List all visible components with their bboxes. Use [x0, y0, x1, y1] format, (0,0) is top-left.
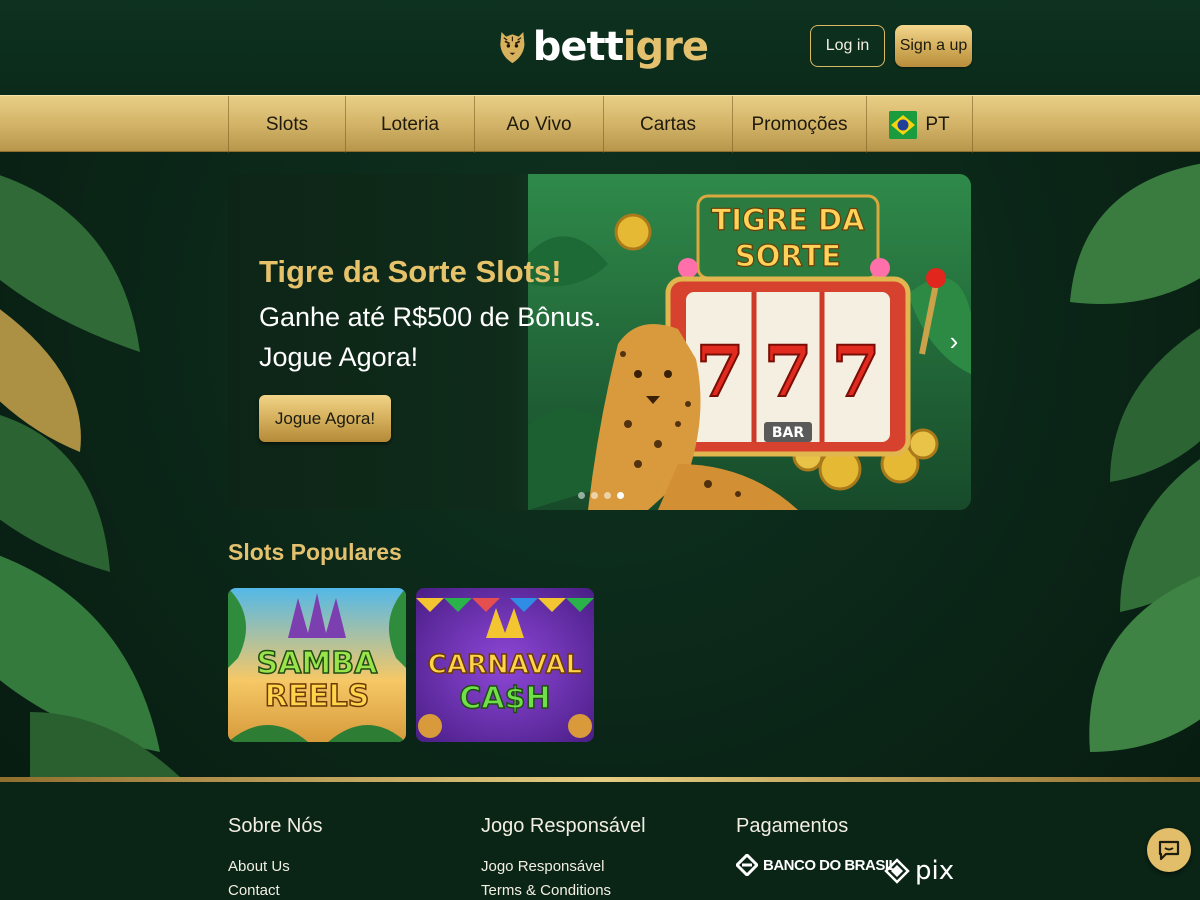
chat-bubble-icon [1158, 840, 1180, 861]
carousel-dot[interactable] [578, 492, 585, 499]
site-footer: Sobre Nós About Us Contact Jogo Responsá… [0, 782, 1200, 900]
hero-art-title-line1: TIGRE DA [711, 203, 865, 237]
footer-title-payments: Pagamentos [736, 815, 849, 837]
language-selector[interactable]: PT [867, 96, 973, 153]
nav-item-ao-vivo[interactable]: Ao Vivo [475, 96, 604, 153]
login-button[interactable]: Log in [810, 25, 885, 67]
carousel-dots [578, 492, 624, 499]
banco-do-brasil-label: BANCO DO BRASIL [763, 856, 898, 874]
game-card-samba-reels[interactable]: SAMBA REELS [228, 588, 406, 742]
banco-do-brasil-icon [736, 854, 758, 876]
chat-support-button[interactable] [1147, 828, 1191, 872]
hero-subtitle-line2: Jogue Agora! [259, 342, 419, 372]
game-title-line1: CARNAVAL [428, 650, 582, 680]
chevron-right-icon[interactable]: › [944, 324, 964, 358]
game-title-line1: SAMBA [257, 646, 379, 681]
brand-name: bettigre [532, 24, 709, 70]
footer-title-about: Sobre Nós [228, 815, 323, 837]
hero-banner[interactable]: TIGRE DA SORTE 7 7 7 BAR Tigre da Sorte … [228, 174, 971, 510]
tiger-logo-icon [500, 32, 525, 64]
hero-slot-machine-art: TIGRE DA SORTE 7 7 7 BAR [528, 174, 971, 510]
game-card-carnaval-cash[interactable]: CARNAVAL CA$H [416, 588, 594, 742]
footer-title-responsible: Jogo Responsável [481, 815, 646, 837]
reel-symbol-3: 7 [832, 330, 881, 413]
pix-label: pix [915, 856, 955, 886]
hero-subtitle-line1: Ganhe até R$500 de Bônus. [259, 302, 602, 332]
signup-button[interactable]: Sign a up [895, 25, 972, 67]
hero-title: Tigre da Sorte Slots! [259, 254, 562, 289]
brazil-flag-icon [889, 110, 918, 139]
hero-play-button[interactable]: Jogue Agora! [259, 395, 391, 442]
language-label: PT [925, 113, 950, 135]
reel-symbol-2: 7 [764, 330, 813, 413]
footer-link-responsible-gaming[interactable]: Jogo Responsável [481, 858, 604, 875]
site-header: bettigre Log in Sign a up [0, 0, 1200, 95]
game-thumbnail: CARNAVAL CA$H [416, 588, 594, 742]
nav-item-promocoes[interactable]: Promoções [733, 96, 867, 153]
section-title-popular-slots: Slots Populares [228, 539, 402, 565]
game-title-line2: REELS [265, 679, 370, 714]
brand-logo[interactable]: bettigre [498, 12, 709, 82]
pix-icon [884, 858, 910, 884]
reel-symbol-1: 7 [696, 330, 745, 413]
carousel-dot[interactable] [591, 492, 598, 499]
game-title-line2: CA$H [459, 681, 550, 716]
footer-link-terms[interactable]: Terms & Conditions [481, 882, 611, 899]
reel-bar-symbol: BAR [772, 425, 805, 441]
main-nav: Slots Loteria Ao Vivo Cartas Promoções P… [0, 95, 1200, 153]
game-thumbnail: SAMBA REELS [228, 588, 406, 742]
pix-logo: pix [884, 856, 954, 886]
carousel-dot-active[interactable] [617, 492, 624, 499]
footer-link-contact[interactable]: Contact [228, 882, 280, 899]
nav-item-slots[interactable]: Slots [229, 96, 346, 153]
nav-item-loteria[interactable]: Loteria [346, 96, 475, 153]
banco-do-brasil-logo: BANCO DO BRASIL [736, 854, 898, 876]
nav-item-cartas[interactable]: Cartas [604, 96, 733, 153]
carousel-dot[interactable] [604, 492, 611, 499]
footer-link-about-us[interactable]: About Us [228, 858, 290, 875]
hero-art-title-line2: SORTE [735, 239, 841, 273]
